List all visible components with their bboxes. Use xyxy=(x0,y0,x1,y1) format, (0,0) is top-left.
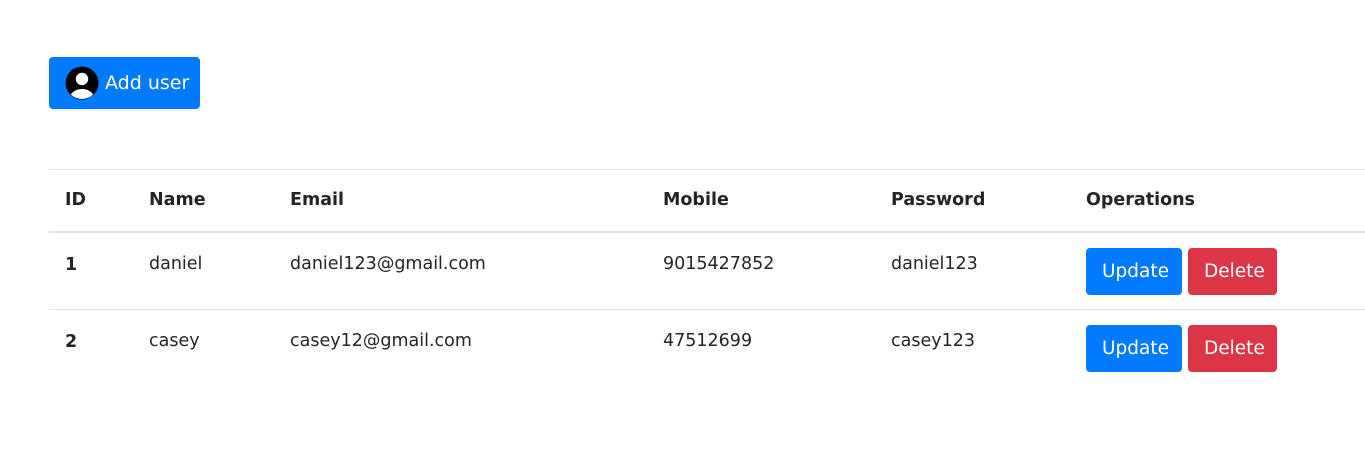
page: Add user ID Name Email Mobile Password O… xyxy=(0,0,1365,471)
cell-email: casey12@gmail.com xyxy=(290,331,472,351)
delete-button[interactable]: Delete xyxy=(1188,325,1277,372)
column-header-operations: Operations xyxy=(1086,190,1195,211)
column-header-name: Name xyxy=(149,190,206,211)
users-table: ID Name Email Mobile Password Operations… xyxy=(49,169,1365,388)
cell-operations: Update Delete xyxy=(1070,232,1365,310)
users-table-container: ID Name Email Mobile Password Operations… xyxy=(49,169,1365,388)
cell-mobile: 9015427852 xyxy=(663,253,775,274)
table-header-row: ID Name Email Mobile Password Operations xyxy=(49,169,1365,232)
table-row: 2 casey casey12@gmail.com 47512699 casey… xyxy=(49,310,1365,388)
add-user-label: Add user xyxy=(105,72,190,94)
update-button[interactable]: Update xyxy=(1086,247,1182,295)
column-header-password: Password xyxy=(891,190,986,211)
cell-password: daniel123 xyxy=(891,253,978,274)
user-avatar-icon xyxy=(65,66,99,100)
cell-email: daniel123@gmail.com xyxy=(290,253,486,274)
cell-password: casey123 xyxy=(891,331,975,351)
cell-id: 1 xyxy=(65,254,78,275)
cell-mobile: 47512699 xyxy=(663,331,753,351)
cell-id: 2 xyxy=(65,332,78,352)
table-row: 1 daniel daniel123@gmail.com 9015427852 … xyxy=(49,232,1365,310)
cell-operations: Update Delete xyxy=(1070,310,1365,388)
column-header-mobile: Mobile xyxy=(663,190,729,211)
column-header-id: ID xyxy=(65,190,87,211)
cell-name: daniel xyxy=(149,253,203,274)
update-button[interactable]: Update xyxy=(1086,325,1182,372)
delete-button[interactable]: Delete xyxy=(1188,247,1277,295)
column-header-email: Email xyxy=(290,190,344,211)
cell-name: casey xyxy=(149,331,200,351)
add-user-button[interactable]: Add user xyxy=(49,57,200,109)
